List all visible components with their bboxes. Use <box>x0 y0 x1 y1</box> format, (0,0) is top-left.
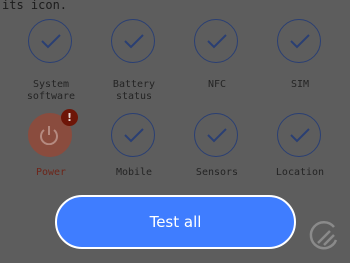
test-all-button[interactable]: Test all <box>55 195 296 249</box>
test-label: Battery status <box>112 79 156 102</box>
power-icon <box>40 126 58 145</box>
test-label: System software <box>26 79 76 102</box>
instruction-text: its icon. <box>2 0 68 12</box>
test-label: Location <box>275 167 325 178</box>
check-icon <box>290 128 310 143</box>
watermark-logo-icon <box>306 218 340 256</box>
check-icon <box>207 34 227 49</box>
test-label: SIM <box>290 79 310 90</box>
test-circle[interactable] <box>194 19 238 63</box>
test-label: Power <box>35 167 67 178</box>
check-icon <box>290 34 310 49</box>
alert-badge: ! <box>61 109 78 126</box>
test-circle[interactable] <box>277 113 321 157</box>
check-icon <box>41 34 61 49</box>
check-icon <box>124 34 144 49</box>
test-circle[interactable] <box>28 19 72 63</box>
test-circle[interactable] <box>111 113 155 157</box>
test-circle[interactable] <box>111 19 155 63</box>
check-icon <box>124 128 144 143</box>
check-icon <box>207 128 227 143</box>
test-circle[interactable] <box>277 19 321 63</box>
test-label: Mobile <box>115 167 153 178</box>
test-label: Sensors <box>195 167 239 178</box>
test-label: NFC <box>207 79 227 90</box>
test-circle[interactable] <box>194 113 238 157</box>
